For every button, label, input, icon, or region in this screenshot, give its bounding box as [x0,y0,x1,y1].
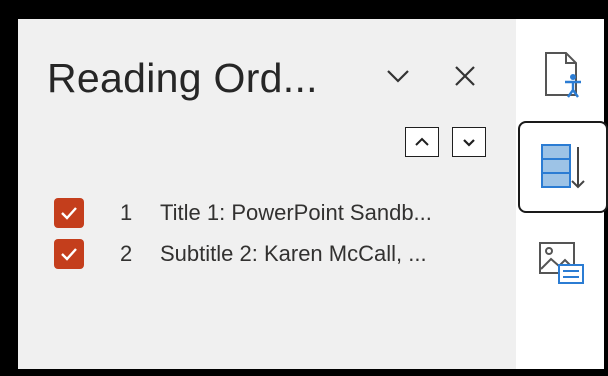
list-item[interactable]: 1 Title 1: PowerPoint Sandb... [34,195,484,231]
pane-title: Reading Ord... [47,55,318,101]
close-pane-button[interactable] [445,56,485,96]
alt-text-image-icon [539,242,584,284]
item-checkbox[interactable] [54,198,84,228]
alt-text-button[interactable] [520,220,604,304]
item-number: 2 [120,241,133,266]
pane-options-button[interactable] [378,56,418,96]
move-up-button[interactable] [405,127,439,157]
chevron-down-icon [463,138,475,147]
chevron-down-icon [387,70,409,83]
item-label: Title 1: PowerPoint Sandb... [160,200,432,225]
close-icon [455,66,475,86]
checkmark-icon [61,248,77,261]
accessibility-document-icon [545,52,581,98]
list-item[interactable]: 2 Subtitle 2: Karen McCall, ... [34,236,484,272]
reading-order-icon [541,144,585,189]
reading-order-button[interactable] [518,121,608,213]
checkmark-icon [61,207,77,220]
accessibility-checker-button[interactable] [520,32,604,116]
chevron-up-icon [415,137,429,146]
item-checkbox[interactable] [54,239,84,269]
item-label: Subtitle 2: Karen McCall, ... [160,241,427,266]
item-number: 1 [120,200,133,225]
move-down-button[interactable] [452,127,486,157]
